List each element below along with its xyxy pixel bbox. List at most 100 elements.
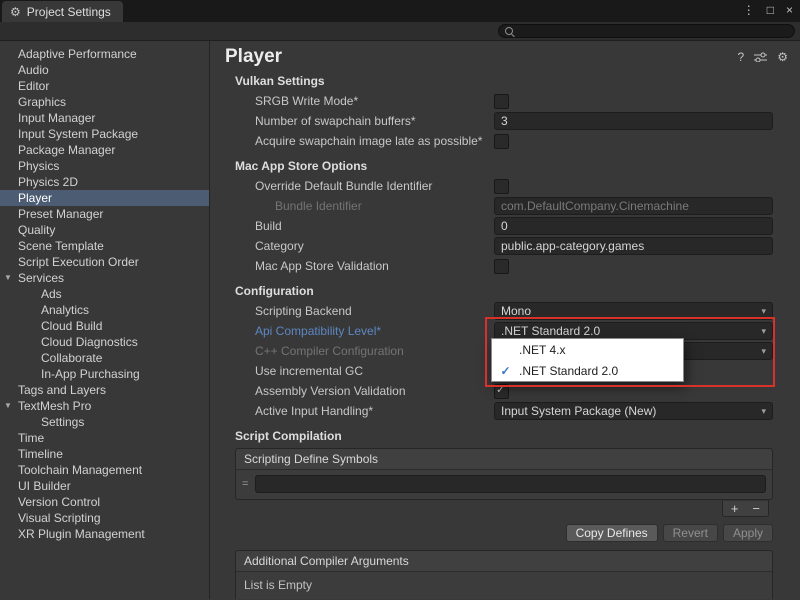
drag-handle-icon[interactable]: =: [242, 478, 248, 490]
sidebar-item-ads[interactable]: Ads: [0, 286, 209, 302]
sidebar-item-visual-scripting[interactable]: Visual Scripting: [0, 510, 209, 526]
sidebar-item-physics-2d[interactable]: Physics 2D: [0, 174, 209, 190]
sidebar-item-player[interactable]: Player: [0, 190, 209, 206]
sidebar-item-input-manager[interactable]: Input Manager: [0, 110, 209, 126]
sidebar-item-label: Time: [18, 431, 44, 445]
sidebar-item-physics[interactable]: Physics: [0, 158, 209, 174]
row-label: Use incremental GC: [210, 364, 363, 378]
number-of-swapchain-buffers-field[interactable]: 3: [494, 112, 773, 130]
override-default-bundle-identifier-checkbox[interactable]: [494, 179, 509, 194]
sidebar-item-input-system-package[interactable]: Input System Package: [0, 126, 209, 142]
page-title: Player: [225, 46, 282, 68]
sidebar-item-settings[interactable]: Settings: [0, 414, 209, 430]
sidebar-item-audio[interactable]: Audio: [0, 62, 209, 78]
sidebar-item-in-app-purchasing[interactable]: In-App Purchasing: [0, 366, 209, 382]
help-icon[interactable]: ?: [738, 50, 745, 64]
popup-item-net-4-x[interactable]: .NET 4.x: [492, 339, 683, 360]
panel-gear-icon[interactable]: ⚙: [777, 50, 788, 64]
section-header-script-compilation: Script Compilation: [210, 426, 800, 446]
sidebar-item-label: Ads: [41, 287, 62, 301]
foldout-arrow-icon[interactable]: ▼: [4, 270, 12, 286]
sidebar-item-label: In-App Purchasing: [41, 367, 140, 381]
sidebar-item-cloud-build[interactable]: Cloud Build: [0, 318, 209, 334]
sidebar-item-time[interactable]: Time: [0, 430, 209, 446]
acquire-swapchain-image-late-as-possible-checkbox[interactable]: [494, 134, 509, 149]
sidebar-item-scene-template[interactable]: Scene Template: [0, 238, 209, 254]
sidebar-item-services[interactable]: ▼Services: [0, 270, 209, 286]
sidebar-item-label: Collaborate: [41, 351, 102, 365]
row-control: [494, 94, 773, 109]
remove-define-button[interactable]: −: [752, 501, 760, 516]
row-control: 0: [494, 217, 773, 235]
assembly-version-validation-checkbox[interactable]: ✓: [494, 384, 509, 399]
sidebar-item-preset-manager[interactable]: Preset Manager: [0, 206, 209, 222]
sidebar-item-editor[interactable]: Editor: [0, 78, 209, 94]
sidebar-item-label: Version Control: [18, 495, 100, 509]
sidebar-item-textmesh-pro[interactable]: ▼ TextMesh Pro: [0, 398, 209, 414]
define-symbols-footer: + −: [210, 500, 769, 518]
bundle-identifier-field[interactable]: com.DefaultCompany.Cinemachine: [494, 197, 773, 215]
settings-row-build: Build0: [210, 216, 800, 236]
sidebar-item-label: Tags and Layers: [18, 383, 106, 397]
revert-button[interactable]: Revert: [663, 524, 718, 542]
settings-row-assembly-version-validation: Assembly Version Validation✓: [210, 381, 800, 401]
scripting-backend-dropdown[interactable]: Mono▾: [494, 302, 773, 320]
header-icons: ? ⚙: [738, 50, 788, 64]
foldout-arrow-icon[interactable]: ▼: [4, 398, 12, 414]
sidebar-item-label: Settings: [41, 415, 84, 429]
row-control: 3: [494, 112, 773, 130]
sidebar-item-quality[interactable]: Quality: [0, 222, 209, 238]
active-input-handling-dropdown[interactable]: Input System Package (New)▾: [494, 402, 773, 420]
sidebar-item-timeline[interactable]: Timeline: [0, 446, 209, 462]
presets-icon[interactable]: [754, 52, 767, 62]
sidebar-item-collaborate[interactable]: Collaborate: [0, 350, 209, 366]
sidebar-item-adaptive-performance[interactable]: Adaptive Performance: [0, 46, 209, 62]
sidebar-item-label: UI Builder: [18, 479, 71, 493]
add-define-button[interactable]: +: [731, 501, 739, 516]
row-label: Override Default Bundle Identifier: [210, 179, 432, 193]
section-header-mac-app-store-options: Mac App Store Options: [210, 156, 800, 176]
settings-row-scripting-backend: Scripting Backend Mono▾: [210, 301, 800, 321]
row-control: com.DefaultCompany.Cinemachine: [494, 197, 773, 215]
row-control: [494, 259, 773, 274]
sidebar-item-script-execution-order[interactable]: Script Execution Order: [0, 254, 209, 270]
tab-title: Project Settings: [27, 5, 111, 19]
sidebar-item-ui-builder[interactable]: UI Builder: [0, 478, 209, 494]
apply-button[interactable]: Apply: [723, 524, 773, 542]
sidebar-item-label: Visual Scripting: [18, 511, 101, 525]
category-field[interactable]: public.app-category.games: [494, 237, 773, 255]
close-icon[interactable]: ×: [786, 3, 793, 17]
build-field[interactable]: 0: [494, 217, 773, 235]
sidebar-item-toolchain-management[interactable]: Toolchain Management: [0, 462, 209, 478]
maximize-icon[interactable]: □: [767, 3, 774, 17]
row-label: Scripting Backend: [210, 304, 352, 318]
settings-row-category: Categorypublic.app-category.games: [210, 236, 800, 256]
copy-defines-button[interactable]: Copy Defines: [566, 524, 658, 542]
srgb-write-mode-checkbox[interactable]: [494, 94, 509, 109]
sidebar-item-graphics[interactable]: Graphics: [0, 94, 209, 110]
sidebar-item-xr-plugin-management[interactable]: XR Plugin Management: [0, 526, 209, 542]
sidebar-item-label: Quality: [18, 223, 55, 237]
sidebar-item-label: Cloud Build: [41, 319, 102, 333]
sidebar-item-label: TextMesh Pro: [18, 399, 91, 413]
sidebar-item-label: Package Manager: [18, 143, 115, 157]
sidebar-item-version-control[interactable]: Version Control: [0, 494, 209, 510]
sidebar-item-package-manager[interactable]: Package Manager: [0, 142, 209, 158]
mac-app-store-validation-checkbox[interactable]: [494, 259, 509, 274]
row-label: C++ Compiler Configuration: [210, 344, 404, 358]
sidebar-item-label: Physics 2D: [18, 175, 78, 189]
search-input[interactable]: [518, 25, 788, 37]
sidebar-item-cloud-diagnostics[interactable]: Cloud Diagnostics: [0, 334, 209, 350]
define-symbol-field[interactable]: [255, 475, 766, 493]
search-box[interactable]: [498, 24, 795, 38]
sidebar-item-analytics[interactable]: Analytics: [0, 302, 209, 318]
project-settings-tab[interactable]: ⚙ Project Settings: [2, 1, 123, 22]
kebab-menu-icon[interactable]: ⋮: [743, 3, 755, 17]
sidebar-item-label: Scene Template: [18, 239, 104, 253]
row-control: Input System Package (New)▾: [494, 402, 773, 420]
sidebar-item-tags-and-layers[interactable]: Tags and Layers: [0, 382, 209, 398]
popup-item-net-standard-2-0[interactable]: ✓.NET Standard 2.0: [492, 360, 683, 381]
settings-row-mac-app-store-validation: Mac App Store Validation: [210, 256, 800, 276]
settings-row-active-input-handling: Active Input Handling*Input System Packa…: [210, 401, 800, 421]
settings-row-bundle-identifier: Bundle Identifiercom.DefaultCompany.Cine…: [210, 196, 800, 216]
